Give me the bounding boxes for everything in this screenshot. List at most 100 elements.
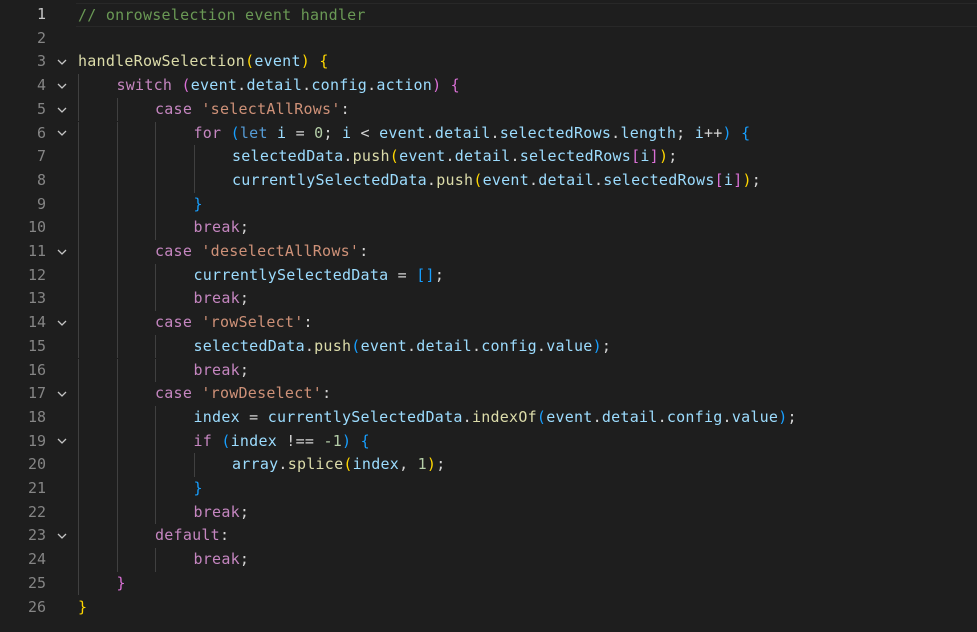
code-area[interactable]: index = currentlySelectedData.indexOf(ev… (76, 405, 977, 430)
code-line[interactable]: 16 break; (0, 358, 977, 383)
code-area[interactable]: selectedData.push(event.detail.selectedR… (76, 145, 977, 169)
indent-guide (155, 429, 156, 454)
code-line[interactable]: 12 currentlySelectedData = []; (0, 263, 977, 288)
indent-guide (116, 240, 118, 264)
code-area[interactable]: // onrowselection event handler (76, 3, 977, 27)
code-token: splice (287, 455, 344, 474)
code-line[interactable]: 23 default: (0, 524, 977, 549)
code-area[interactable]: currentlySelectedData.push(event.detail.… (76, 168, 977, 193)
code-token: config (666, 407, 723, 426)
code-text: if (index !== -1) { (194, 430, 370, 454)
code-area[interactable]: case 'deselectAllRows': (76, 240, 977, 264)
chevron-down-icon[interactable] (54, 524, 70, 548)
code-line[interactable]: 14 case 'rowSelect': (0, 311, 977, 335)
code-token: . (343, 147, 353, 166)
code-line[interactable]: 17 case 'rowDeselect': (0, 382, 977, 406)
code-area[interactable]: handleRowSelection(event) { (76, 50, 977, 74)
code-token: ) (592, 336, 602, 355)
code-token: currentlySelectedData (193, 265, 389, 284)
code-text: case 'selectAllRows': (155, 98, 350, 122)
code-text: break; (194, 287, 250, 311)
code-line[interactable]: 22 break; (0, 500, 977, 525)
code-token: detail (434, 123, 491, 142)
code-token: : (359, 242, 369, 260)
code-area[interactable]: case 'rowDeselect': (76, 382, 977, 406)
code-area[interactable]: break; (76, 216, 977, 240)
code-area[interactable]: currentlySelectedData = []; (76, 263, 977, 288)
code-area[interactable]: case 'selectAllRows': (76, 97, 977, 122)
code-area[interactable]: break; (76, 287, 977, 312)
code-line[interactable]: 19 if (index !== -1) { (0, 429, 977, 454)
code-area[interactable]: for (let i = 0; i < event.detail.selecte… (76, 121, 977, 146)
chevron-down-icon[interactable] (54, 50, 70, 74)
code-line[interactable]: 6 for (let i = 0; i < event.detail.select… (0, 121, 977, 146)
code-line[interactable]: 1 // onrowselection event handler (0, 3, 977, 27)
code-token: detail (538, 170, 594, 189)
code-line[interactable]: 3 handleRowSelection(event) { (0, 50, 977, 74)
code-area[interactable]: break; (76, 358, 977, 383)
code-line[interactable]: 11 case 'deselectAllRows': (0, 240, 977, 264)
code-area[interactable]: } (76, 477, 977, 501)
indent-guide (116, 216, 118, 240)
code-token: if (193, 431, 213, 450)
code-line[interactable]: 7 selectedData.push(event.detail.selected… (0, 145, 977, 169)
code-token: ) (722, 123, 732, 142)
indent-guide (78, 287, 79, 312)
code-area[interactable]: if (index !== -1) { (76, 429, 977, 454)
chevron-down-icon[interactable] (54, 74, 70, 98)
code-area[interactable]: selectedData.push(event.detail.config.va… (76, 334, 977, 359)
code-token: action (376, 76, 433, 95)
code-area[interactable] (76, 27, 977, 51)
code-text: for (let i = 0; i < event.detail.selecte… (194, 122, 751, 146)
code-token: 'rowSelect' (201, 313, 304, 332)
code-token: let (239, 123, 268, 142)
code-text: currentlySelectedData = []; (194, 264, 445, 288)
line-number: 9 (36, 194, 46, 213)
code-line[interactable]: 9} (0, 192, 977, 217)
code-line[interactable]: 10 break; (0, 216, 977, 240)
code-area[interactable]: break; (76, 500, 977, 525)
chevron-down-icon[interactable] (54, 98, 70, 122)
chevron-down-icon[interactable] (54, 122, 70, 146)
code-area[interactable]: case 'rowSelect': (76, 311, 977, 335)
code-line[interactable]: 25} (0, 571, 977, 596)
code-line[interactable]: 20 array.splice(index, 1); (0, 453, 977, 477)
code-area[interactable]: array.splice(index, 1); (76, 453, 977, 477)
code-line[interactable]: 4 switch (event.detail.config.action) { (0, 74, 977, 98)
chevron-down-icon[interactable] (54, 430, 70, 454)
chevron-down-icon[interactable] (54, 240, 70, 264)
code-area[interactable]: } (76, 571, 977, 596)
code-line[interactable]: 5 case 'selectAllRows': (0, 97, 977, 122)
code-area[interactable]: } (76, 596, 977, 620)
code-token: break (193, 502, 240, 521)
code-token: } (193, 479, 203, 497)
code-area[interactable]: break; (76, 548, 977, 572)
code-token: ( (221, 431, 231, 450)
code-token: event (254, 52, 301, 71)
chevron-down-icon[interactable] (54, 382, 70, 406)
code-area[interactable]: default: (76, 524, 977, 549)
code-line[interactable]: 15 selectedData.push(event.detail.config.… (0, 334, 977, 359)
line-number: 26 (27, 597, 46, 616)
code-line[interactable]: 13 break; (0, 287, 977, 312)
code-line[interactable]: 8 currentlySelectedData.push(event.detail… (0, 168, 977, 193)
code-line[interactable]: 18 index = currentlySelectedData.indexOf(… (0, 405, 977, 430)
code-area[interactable]: switch (event.detail.config.action) { (76, 74, 977, 98)
code-editor[interactable]: 1// onrowselection event handler 2 3 handle… (0, 0, 977, 632)
code-token: for (193, 123, 222, 142)
code-token: { (450, 76, 460, 95)
code-area[interactable]: } (76, 192, 977, 217)
code-line[interactable]: 21} (0, 477, 977, 501)
code-token: i (723, 170, 734, 189)
chevron-down-icon[interactable] (54, 311, 70, 335)
code-token: config (311, 76, 368, 95)
code-token: break (193, 550, 240, 569)
indent-guide (193, 145, 195, 169)
code-text: currentlySelectedData.push(event.detail.… (232, 169, 761, 193)
code-line[interactable]: 2 (0, 27, 977, 51)
code-text: case 'deselectAllRows': (155, 240, 368, 264)
code-line[interactable]: 24 break; (0, 548, 977, 572)
code-line[interactable]: 26} (0, 596, 977, 620)
code-token: !== (277, 431, 324, 450)
